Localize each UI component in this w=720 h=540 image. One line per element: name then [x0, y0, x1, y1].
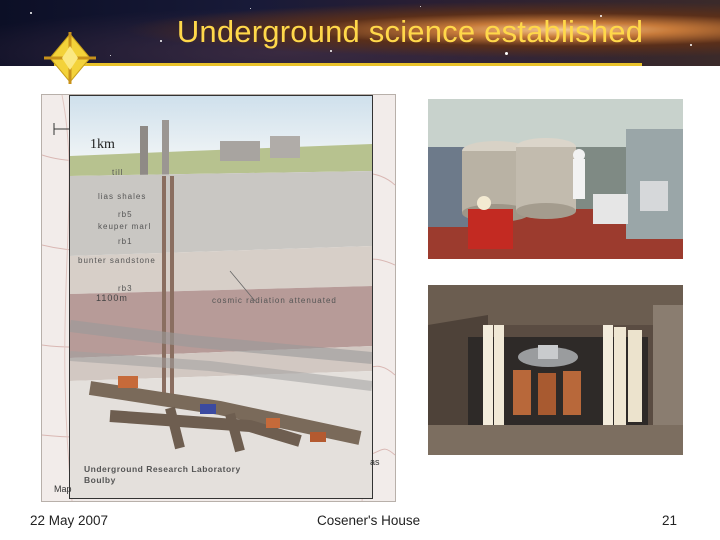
strata-label-rb5: rb5: [118, 210, 133, 219]
star-logo-icon: [44, 32, 96, 84]
slide-title: Underground science established: [176, 14, 644, 49]
footer-date: 22 May 2007: [30, 513, 109, 528]
radiation-annotation: cosmic radiation attenuated: [212, 296, 337, 305]
lab-title-line2: Boulby: [84, 475, 116, 485]
map-caption: Map: [54, 484, 72, 494]
footer-venue: Cosener's House: [317, 513, 421, 528]
strata-label-rb3: rb3: [118, 284, 133, 293]
slide-number: 21: [662, 513, 678, 528]
map-edge-fragment: as: [370, 457, 380, 467]
title-underline: [54, 63, 642, 66]
strata-label-rb1: rb1: [118, 237, 133, 246]
lab-title-line1: Underground Research Laboratory: [84, 464, 241, 474]
lab-photo-tanks: [428, 99, 683, 259]
strata-label-bunter-sandstone: bunter sandstone: [78, 256, 156, 265]
strata-label-till: till: [112, 168, 124, 177]
strata-label-keuper-marl: keuper marl: [98, 222, 152, 231]
scale-label: 1km: [90, 137, 115, 152]
detector-shielding-photo: [428, 285, 683, 455]
depth-label: 1100m: [96, 293, 128, 303]
strata-label-lias-shales: lias shales: [98, 192, 147, 201]
